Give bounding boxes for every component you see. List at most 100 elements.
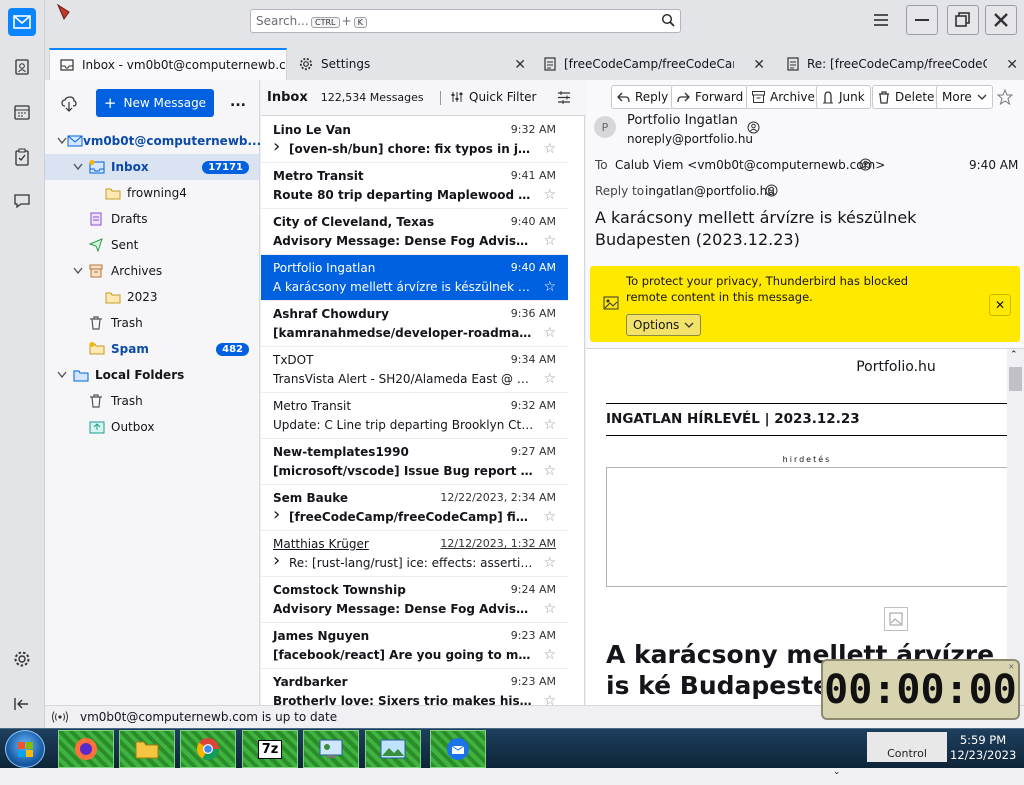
folder-archives-2023[interactable]: 2023 bbox=[45, 284, 259, 310]
folder-trash[interactable]: Trash bbox=[45, 310, 259, 336]
star-icon[interactable]: ☆ bbox=[543, 509, 556, 525]
reply-to-address[interactable]: ingatlan@portfolio.hu bbox=[645, 184, 775, 198]
divider bbox=[440, 91, 441, 105]
minimize-button[interactable] bbox=[906, 5, 938, 35]
image-viewer-taskbar-icon[interactable] bbox=[365, 730, 421, 768]
7zip-taskbar-icon[interactable]: 7z bbox=[242, 730, 298, 768]
tray-notification[interactable]: Control bbox=[867, 732, 947, 762]
firefox-taskbar-icon[interactable] bbox=[58, 730, 114, 768]
scroll-thumb[interactable] bbox=[1009, 367, 1022, 391]
search-input[interactable]: Search... CTRL + K bbox=[250, 9, 681, 33]
thread-expand-icon[interactable]: › bbox=[273, 136, 280, 157]
address-book-icon[interactable] bbox=[8, 53, 36, 81]
star-icon[interactable]: ☆ bbox=[543, 463, 556, 479]
star-icon[interactable]: ☆ bbox=[543, 279, 556, 295]
restore-button[interactable] bbox=[947, 5, 979, 35]
tasks-icon[interactable] bbox=[8, 143, 36, 171]
star-icon[interactable]: ☆ bbox=[543, 371, 556, 387]
message-row[interactable]: Comstock Township 9:24 AM Advisory Message… bbox=[261, 577, 568, 623]
online-status-icon[interactable] bbox=[52, 711, 68, 723]
message-row[interactable]: › Sem Bauke 12/22/2023, 2:34 AM [freeCodeCa… bbox=[261, 485, 568, 531]
close-tab-icon[interactable]: ✕ bbox=[514, 57, 526, 73]
tab-freecodecamp[interactable]: [freeCodeCamp/freeCodeCamp] f ✕ bbox=[534, 48, 771, 80]
reply-to-label: Reply to bbox=[595, 184, 645, 198]
clock[interactable]: 5:59 PM 12/23/2023 bbox=[950, 733, 1016, 763]
contact-icon[interactable] bbox=[859, 158, 872, 171]
folder-local-trash[interactable]: Trash bbox=[45, 388, 259, 414]
message-row[interactable]: Metro Transit 9:41 AM Route 80 trip depart… bbox=[261, 163, 568, 209]
message-row[interactable]: Portfolio Ingatlan 9:40 AM A karácsony mel… bbox=[261, 255, 568, 301]
new-message-button[interactable]: + New Message bbox=[96, 89, 214, 117]
thunderbird-taskbar-icon[interactable] bbox=[430, 730, 486, 768]
contact-icon[interactable] bbox=[747, 121, 760, 134]
close-tab-icon[interactable]: ✕ bbox=[1006, 57, 1018, 73]
calendar-icon[interactable] bbox=[8, 98, 36, 126]
star-icon[interactable]: ☆ bbox=[543, 555, 556, 571]
folder-drafts[interactable]: Drafts bbox=[45, 206, 259, 232]
folder-spam[interactable]: Spam 482 bbox=[45, 336, 259, 362]
contact-icon[interactable] bbox=[765, 184, 778, 197]
file-explorer-taskbar-icon[interactable] bbox=[119, 730, 175, 768]
star-icon[interactable]: ☆ bbox=[543, 325, 556, 341]
message-row[interactable]: City of Cleveland, Texas 9:40 AM Advisory … bbox=[261, 209, 568, 255]
forward-button[interactable]: Forward bbox=[671, 85, 750, 109]
star-icon[interactable] bbox=[997, 89, 1013, 105]
message-row[interactable]: Ashraf Chowdury 9:36 AM [kamranahmedse/dev… bbox=[261, 301, 568, 347]
local-folders-row[interactable]: Local Folders bbox=[45, 362, 259, 388]
star-icon[interactable]: ☆ bbox=[543, 233, 556, 249]
account-row[interactable]: vm0b0t@computernewb... bbox=[45, 128, 261, 154]
tab-settings[interactable]: Settings ✕ bbox=[289, 48, 532, 80]
folder-frowning4[interactable]: frowning4 bbox=[45, 180, 259, 206]
chat-icon[interactable] bbox=[8, 187, 36, 215]
start-button[interactable] bbox=[5, 730, 45, 768]
folder-sent[interactable]: Sent bbox=[45, 232, 259, 258]
close-tab-icon[interactable]: ✕ bbox=[753, 57, 765, 73]
chrome-taskbar-icon[interactable] bbox=[180, 730, 236, 768]
search-icon[interactable] bbox=[661, 13, 675, 27]
list-display-options-icon[interactable] bbox=[557, 91, 571, 104]
sender-email[interactable]: noreply@portfolio.hu bbox=[627, 132, 753, 146]
star-icon[interactable]: ☆ bbox=[543, 647, 556, 663]
options-dropdown[interactable]: Options bbox=[626, 314, 702, 336]
message-row[interactable]: James Nguyen 9:23 AM [facebook/react] Are … bbox=[261, 623, 568, 669]
timer-widget[interactable]: 00:00:00 ✕ bbox=[821, 659, 1020, 720]
star-icon[interactable]: ☆ bbox=[543, 417, 556, 433]
body-scrollbar[interactable]: ⌃ bbox=[1007, 349, 1024, 705]
thread-expand-icon[interactable]: › bbox=[273, 504, 280, 525]
app-menu-icon[interactable] bbox=[874, 14, 888, 26]
reply-button[interactable]: Reply bbox=[611, 85, 675, 109]
message-row[interactable]: Metro Transit 9:32 AM Update: C Line trip … bbox=[261, 393, 568, 439]
junk-button[interactable]: Junk bbox=[816, 85, 871, 109]
quick-filter-button[interactable]: Quick Filter bbox=[451, 90, 536, 104]
to-recipient[interactable]: Calub Viem <vm0b0t@computernewb.com> bbox=[615, 158, 885, 172]
thread-expand-icon[interactable]: › bbox=[273, 550, 280, 571]
trash-label: Trash bbox=[111, 316, 143, 330]
folder-pane-more-button[interactable]: ... bbox=[230, 94, 246, 110]
scroll-down-icon[interactable]: ⌄ bbox=[833, 767, 841, 777]
star-icon[interactable]: ☆ bbox=[543, 141, 556, 157]
folder-archives[interactable]: Archives bbox=[45, 258, 259, 284]
close-timer-icon[interactable]: ✕ bbox=[1009, 662, 1014, 672]
folder-outbox[interactable]: Outbox bbox=[45, 414, 259, 440]
star-icon[interactable]: ☆ bbox=[543, 187, 556, 203]
control-panel-taskbar-icon[interactable] bbox=[303, 730, 359, 768]
delete-button[interactable]: Delete bbox=[872, 85, 941, 109]
message-row[interactable]: New-templates1990 9:27 AM [microsoft/vscod… bbox=[261, 439, 568, 485]
message-row[interactable]: › Matthias Krüger 12/12/2023, 1:32 AM Re: [… bbox=[261, 531, 568, 577]
collapse-spaces-icon[interactable] bbox=[8, 690, 36, 718]
folder-inbox[interactable]: Inbox 17171 bbox=[45, 154, 259, 180]
get-messages-icon[interactable] bbox=[61, 96, 77, 112]
more-button[interactable]: More bbox=[936, 85, 993, 109]
settings-gear-icon[interactable] bbox=[8, 645, 36, 673]
close-notification-button[interactable]: ✕ bbox=[989, 294, 1011, 316]
message-row[interactable]: TxDOT 9:34 AM TransVista Alert - SH20/Alam… bbox=[261, 347, 568, 393]
tab-re-freecodecamp[interactable]: Re: [freeCodeCamp/freeCodeCam ✕ bbox=[777, 48, 1024, 80]
message-row[interactable]: › Lino Le Van 9:32 AM [oven-sh/bun] chore: … bbox=[261, 117, 568, 163]
mail-icon[interactable] bbox=[8, 8, 36, 36]
sender-name[interactable]: Portfolio Ingatlan bbox=[627, 113, 738, 128]
archive-button[interactable]: Archive bbox=[746, 85, 821, 109]
scroll-up-icon[interactable]: ⌃ bbox=[1010, 350, 1018, 360]
tab-inbox[interactable]: Inbox - vm0b0t@computernewb.com bbox=[49, 48, 287, 80]
star-icon[interactable]: ☆ bbox=[543, 601, 556, 617]
close-window-button[interactable] bbox=[985, 5, 1017, 35]
